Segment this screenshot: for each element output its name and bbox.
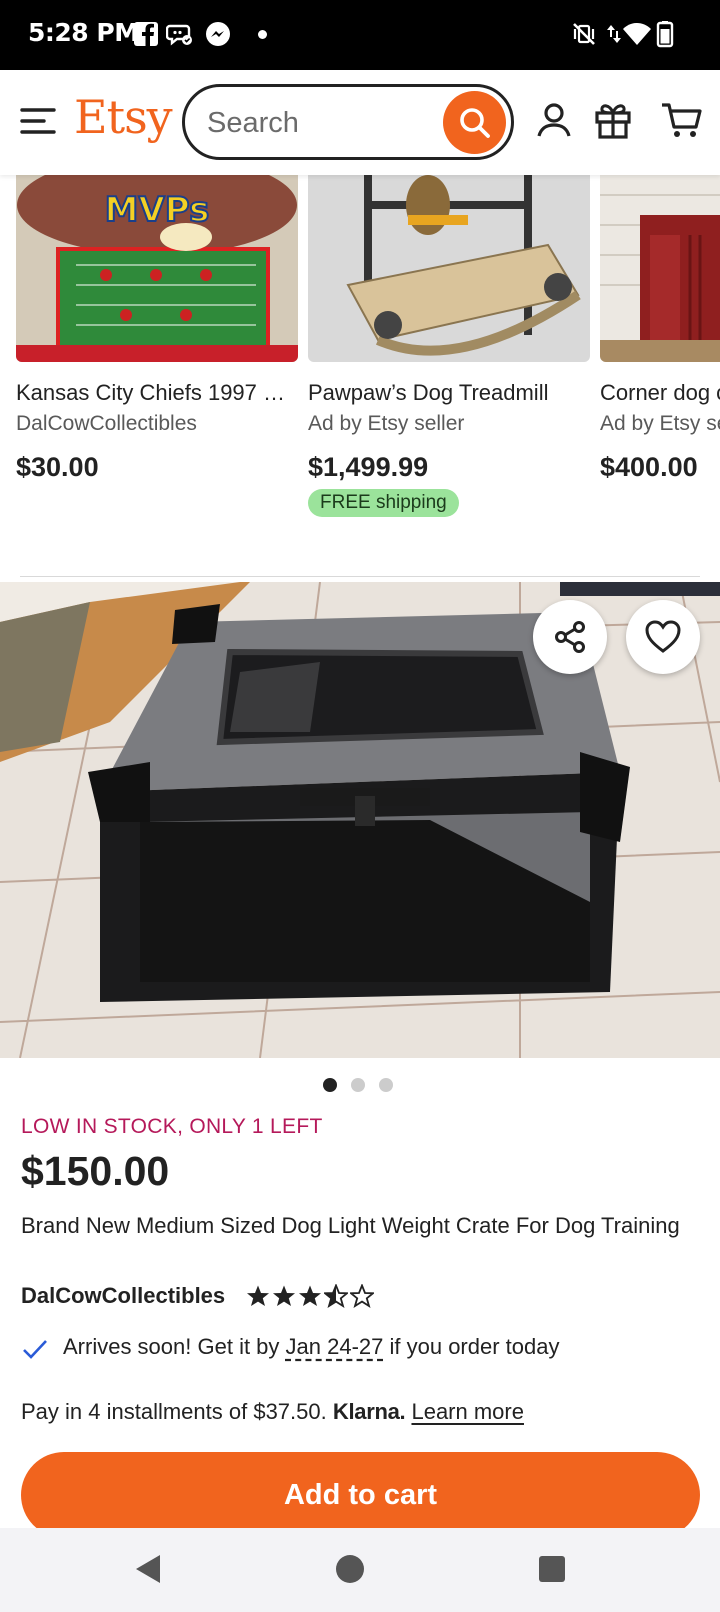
- klarna-row: Pay in 4 installments of $37.50. Klarna.…: [21, 1399, 524, 1425]
- data-arrows-icon: [607, 25, 621, 43]
- star-full-icon: [247, 1285, 269, 1306]
- share-icon: [555, 621, 585, 653]
- card-price: $400.00: [600, 452, 698, 482]
- search-button[interactable]: [443, 91, 506, 154]
- cart-icon[interactable]: [660, 100, 704, 140]
- installments-text: Pay in 4 installments of $37.50.: [21, 1399, 333, 1424]
- battery-icon: [656, 21, 674, 48]
- star-full-icon: [299, 1285, 321, 1306]
- recents-icon[interactable]: [534, 1551, 570, 1587]
- share-button[interactable]: [533, 600, 607, 674]
- system-nav-bar: [0, 1528, 720, 1612]
- checkmark-icon: [23, 1340, 47, 1359]
- status-bar: 5:28 PM: [0, 0, 720, 70]
- arrival-suffix: if you order today: [383, 1334, 560, 1359]
- status-time: 5:28 PM: [28, 18, 139, 47]
- heart-icon: [645, 620, 681, 653]
- card-image[interactable]: [600, 175, 720, 362]
- back-icon[interactable]: [130, 1551, 166, 1587]
- arrival-prefix: Arrives soon! Get it by: [63, 1334, 286, 1359]
- carousel-card[interactable]: MVPs Kansas City Chiefs 1997 MVPs Play F…: [16, 175, 298, 483]
- account-icon[interactable]: [534, 100, 574, 140]
- home-icon[interactable]: [332, 1551, 368, 1587]
- messenger-bubble-icon: [166, 24, 192, 46]
- card-price: $1,499.99: [308, 452, 429, 482]
- carousel-card[interactable]: Corner dog crate Ad by Etsy seller $400.…: [600, 175, 720, 483]
- card-seller: Ad by Etsy seller: [600, 412, 720, 435]
- facebook-icon: [134, 22, 158, 46]
- add-to-cart-button[interactable]: Add to cart: [21, 1452, 700, 1538]
- pagination-dot[interactable]: [351, 1078, 365, 1092]
- arrival-date[interactable]: Jan 24-27: [286, 1334, 384, 1359]
- mute-vibrate-icon: [573, 23, 595, 45]
- stock-label: LOW IN STOCK, ONLY 1 LEFT: [21, 1115, 323, 1138]
- carousel-card[interactable]: Pawpaw’s Dog Treadmill Ad by Etsy seller…: [308, 175, 590, 517]
- product-title: Brand New Medium Sized Dog Light Weight …: [21, 1213, 680, 1238]
- favorite-button[interactable]: [626, 600, 700, 674]
- star-empty-icon: [350, 1284, 374, 1308]
- card-seller: Ad by Etsy seller: [308, 412, 465, 435]
- messenger-icon: [206, 22, 230, 46]
- card-title[interactable]: Corner dog crate: [600, 380, 720, 406]
- section-divider: [20, 576, 700, 577]
- star-half-icon: [324, 1284, 348, 1308]
- card-title[interactable]: Kansas City Chiefs 1997 MVPs Play Footba…: [16, 380, 298, 406]
- app-header: Etsy: [0, 70, 720, 175]
- free-shipping-badge: FREE shipping: [308, 489, 459, 517]
- card-title[interactable]: Pawpaw’s Dog Treadmill: [308, 380, 590, 406]
- etsy-logo[interactable]: Etsy: [74, 90, 173, 144]
- pagination-dot-active[interactable]: [323, 1078, 337, 1092]
- product-price: $150.00: [21, 1148, 170, 1194]
- wifi-icon: [623, 23, 651, 45]
- dog-crate-photo: [0, 582, 720, 1058]
- notification-dot: [258, 30, 267, 39]
- search-bar[interactable]: [182, 84, 514, 160]
- menu-icon[interactable]: [20, 106, 56, 136]
- card-price: $30.00: [16, 452, 99, 482]
- gift-icon[interactable]: [593, 100, 633, 140]
- search-input[interactable]: [207, 105, 427, 141]
- recommended-carousel[interactable]: MVPs Kansas City Chiefs 1997 MVPs Play F…: [0, 175, 720, 535]
- search-icon: [459, 107, 490, 138]
- card-image[interactable]: MVPs: [16, 175, 298, 362]
- pagination-dot[interactable]: [379, 1078, 393, 1092]
- card-seller: DalCowCollectibles: [16, 412, 197, 435]
- product-image[interactable]: [0, 582, 720, 1058]
- klarna-logo: Klarna.: [332, 1399, 406, 1424]
- star-full-icon: [273, 1285, 295, 1306]
- shop-name-link[interactable]: DalCowCollectibles: [21, 1283, 225, 1309]
- card-image[interactable]: [308, 175, 590, 362]
- learn-more-link[interactable]: Learn more: [411, 1399, 524, 1424]
